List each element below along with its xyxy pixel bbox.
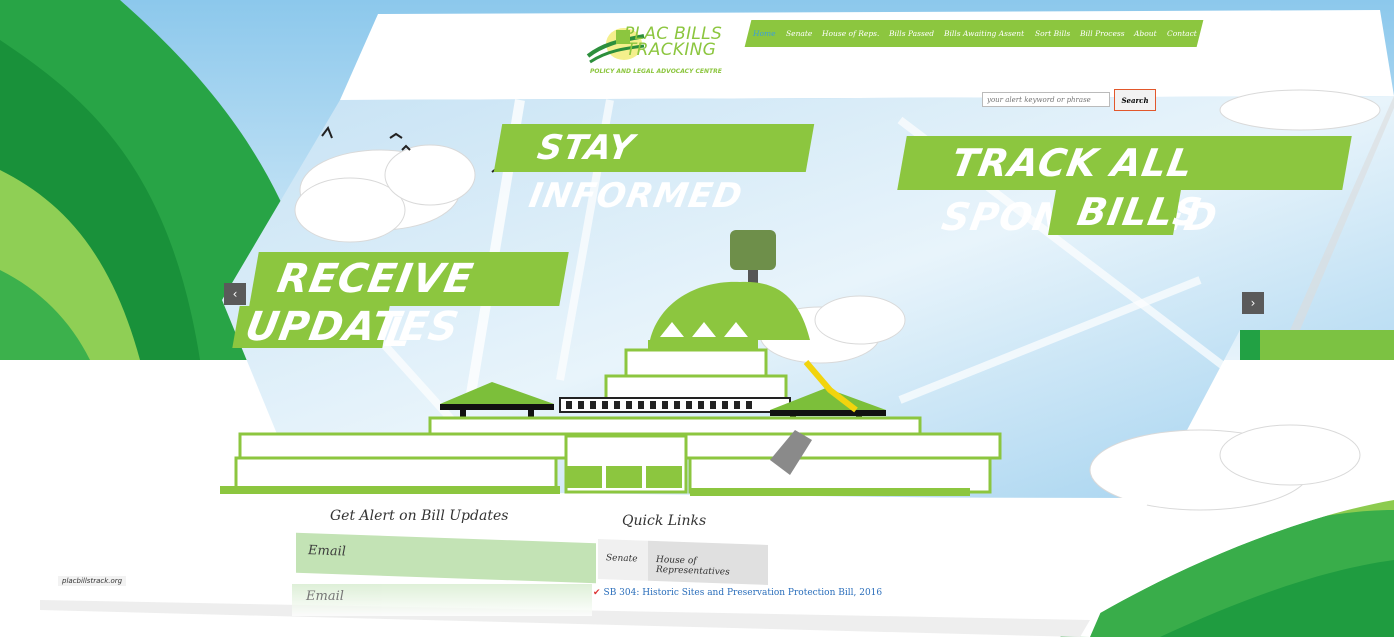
email-field[interactable]: Email <box>296 532 596 584</box>
quick-links-tabs: Senate House of Representatives <box>598 539 768 585</box>
slogan-stay-informed: STAY INFORMED <box>493 124 815 216</box>
email-field-reflection: Email <box>292 584 592 616</box>
slogan-email-updates-line2: UPDATES <box>232 304 463 350</box>
tab-senate[interactable]: Senate <box>598 539 648 581</box>
search-input[interactable] <box>982 92 1110 107</box>
nav-item-about[interactable]: About <box>1129 29 1162 38</box>
tilted-webpage: PLAC BILLS TRACKING POLICY AND LEGAL ADV… <box>0 0 1394 637</box>
slogan-track-bills-line1: TRACK ALL SPONSORED <box>897 136 1352 239</box>
nav-item-senate[interactable]: Senate <box>781 29 817 38</box>
nav-item-contact[interactable]: Contact <box>1162 29 1202 38</box>
bill-link[interactable]: ✔ SB 304: Historic Sites and Preservation… <box>593 588 882 598</box>
nav-item-bills-awaiting-assent[interactable]: Bills Awaiting Assent <box>939 29 1029 38</box>
carousel-prev-button[interactable]: ‹ <box>224 283 246 305</box>
logo-subtitle: POLICY AND LEGAL ADVOCACY CENTRE <box>590 68 722 75</box>
domain-caption: placbillstrack.org <box>58 576 127 586</box>
nav-item-bills-passed[interactable]: Bills Passed <box>884 29 939 38</box>
logo-title-line2: TRACKING <box>626 40 717 60</box>
search-button[interactable]: Search <box>1114 89 1156 111</box>
nav-item-house-of-reps[interactable]: House of Reps. <box>817 29 884 38</box>
check-icon: ✔ <box>593 588 601 598</box>
tab-house-of-representatives[interactable]: House of Representatives <box>648 540 768 585</box>
nav-item-home[interactable]: Home <box>748 29 781 38</box>
slogan-track-bills-line2: BILLS <box>1048 190 1206 235</box>
logo-title: PLAC BILLS TRACKING <box>624 26 722 60</box>
main-nav: Home Senate House of Reps. Bills Passed Bill… <box>744 20 1204 47</box>
chevron-left-icon: ‹ <box>232 287 238 301</box>
bill-link-text: SB 304: Historic Sites and Preservation … <box>603 588 883 598</box>
chevron-right-icon: › <box>1250 296 1256 310</box>
alert-heading: Get Alert on Bill Updates <box>330 508 509 524</box>
slogan-email-updates-line1: RECEIVE EMAIL <box>249 252 569 356</box>
quick-links-heading: Quick Links <box>622 513 707 529</box>
nav-item-sort-bills[interactable]: Sort Bills <box>1030 29 1075 38</box>
carousel-next-button[interactable]: › <box>1242 292 1264 314</box>
nav-item-bill-process[interactable]: Bill Process <box>1075 29 1130 38</box>
